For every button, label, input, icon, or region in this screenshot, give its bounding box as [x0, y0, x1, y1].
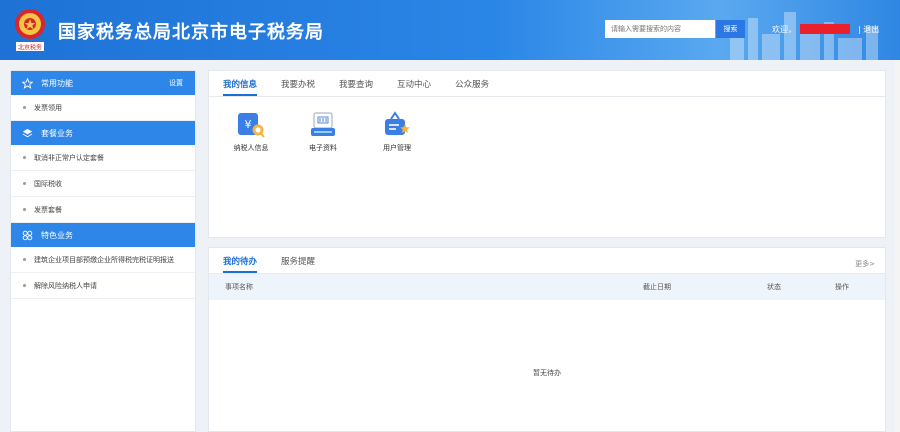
sidebar-item-label: 解除风险纳税人申请 — [34, 281, 97, 290]
site-title: 国家税务总局北京市电子税务局 — [58, 22, 324, 43]
user-management-icon — [382, 111, 412, 139]
tab-service-reminder[interactable]: 服务提醒 — [281, 255, 315, 273]
tab-interaction-center[interactable]: 互动中心 — [397, 78, 431, 96]
layers-icon — [21, 127, 33, 139]
sidebar-group-title: 特色业务 — [41, 230, 73, 240]
tab-my-info[interactable]: 我的信息 — [223, 78, 258, 96]
sidebar-group-common[interactable]: 常用功能 设置 — [11, 71, 195, 95]
sidebar-item-risk-taxpayer[interactable]: 解除风险纳税人申请 — [11, 273, 195, 299]
bullet-icon — [23, 258, 26, 261]
emblem-text: 北京税务 — [18, 44, 42, 52]
welcome-label: 欢迎， — [772, 25, 796, 34]
todo-table-header: 事项名称 截止日期 状态 操作 — [209, 274, 885, 300]
star-icon — [21, 77, 33, 89]
tab-query[interactable]: 我要查询 — [339, 78, 373, 96]
tab-public-service[interactable]: 公众服务 — [455, 78, 489, 96]
app-user-management[interactable]: 用户管理 — [367, 111, 427, 153]
top-header: 北京税务 国家税务总局北京市电子税务局 搜索 欢迎， | 退出 — [0, 0, 900, 60]
sidebar-item-invoice-claim[interactable]: 发票领用 — [11, 95, 195, 121]
empty-todo-message: 暂无待办 — [533, 369, 561, 377]
bullet-icon — [23, 182, 26, 185]
sidebar-group-featured[interactable]: 特色业务 — [11, 223, 195, 247]
tab-my-todo[interactable]: 我的待办 — [223, 255, 258, 273]
e-document-icon — [308, 111, 338, 139]
sidebar-group-title: 常用功能 — [41, 78, 73, 88]
username-redacted — [800, 24, 850, 34]
sidebar-item-label: 取消非正常户认定套餐 — [34, 153, 104, 162]
sidebar-group-package[interactable]: 套餐业务 — [11, 121, 195, 145]
sidebar-group-title: 套餐业务 — [41, 128, 73, 138]
app-e-documents[interactable]: 电子资料 — [293, 111, 353, 153]
column-header-status: 状态 — [767, 283, 781, 291]
tax-emblem-logo: 北京税务 — [10, 6, 50, 54]
app-label: 用户管理 — [383, 144, 411, 152]
app-taxpayer-info[interactable]: ¥ 纳税人信息 — [221, 111, 281, 153]
column-header-action: 操作 — [835, 283, 849, 291]
sidebar-item-label: 国际税收 — [34, 179, 62, 188]
taxpayer-info-icon: ¥ — [236, 111, 266, 139]
bullet-icon — [23, 106, 26, 109]
grid-icon — [21, 229, 33, 241]
more-link[interactable]: 更多> — [855, 259, 875, 269]
bullet-icon — [23, 156, 26, 159]
info-tabs: 我的信息 我要办税 我要查询 互动中心 公众服务 — [209, 71, 885, 97]
sidebar: 常用功能 设置 发票领用 套餐业务 取消非正常户认定套餐 国际税收 发票套餐 特… — [10, 70, 196, 432]
sidebar-settings-link[interactable]: 设置 — [169, 78, 183, 88]
sidebar-item-label: 发票领用 — [34, 103, 62, 112]
page-scrollbar[interactable] — [895, 60, 900, 432]
tab-tax-handling[interactable]: 我要办税 — [281, 78, 315, 96]
sidebar-item-label: 发票套餐 — [34, 205, 62, 214]
svg-text:¥: ¥ — [245, 118, 252, 131]
sidebar-item-construction-tax-proof[interactable]: 建筑企业项目部预缴企业所得税完税证明报送 — [11, 247, 195, 273]
app-label: 电子资料 — [309, 144, 337, 152]
app-label: 纳税人信息 — [233, 144, 269, 152]
search-input[interactable] — [605, 20, 715, 38]
sidebar-item-label: 建筑企业项目部预缴企业所得税完税证明报送 — [34, 255, 174, 264]
my-info-panel: 我的信息 我要办税 我要查询 互动中心 公众服务 ¥ 纳税人信息 电子资料 用户… — [208, 70, 886, 238]
my-todo-panel: 我的待办 服务提醒 更多> 事项名称 截止日期 状态 操作 暂无待办 — [208, 247, 886, 432]
logout-link[interactable]: | 退出 — [858, 24, 879, 35]
column-header-deadline: 截止日期 — [643, 283, 671, 291]
todo-tabs: 我的待办 服务提醒 更多> — [209, 248, 885, 274]
bullet-icon — [23, 284, 26, 287]
bullet-icon — [23, 208, 26, 211]
column-header-item-name: 事项名称 — [225, 283, 253, 291]
sidebar-item-invoice-package[interactable]: 发票套餐 — [11, 197, 195, 223]
search-button[interactable]: 搜索 — [716, 20, 745, 38]
sidebar-item-cancel-abnormal[interactable]: 取消非正常户认定套餐 — [11, 145, 195, 171]
sidebar-item-international-tax[interactable]: 国际税收 — [11, 171, 195, 197]
